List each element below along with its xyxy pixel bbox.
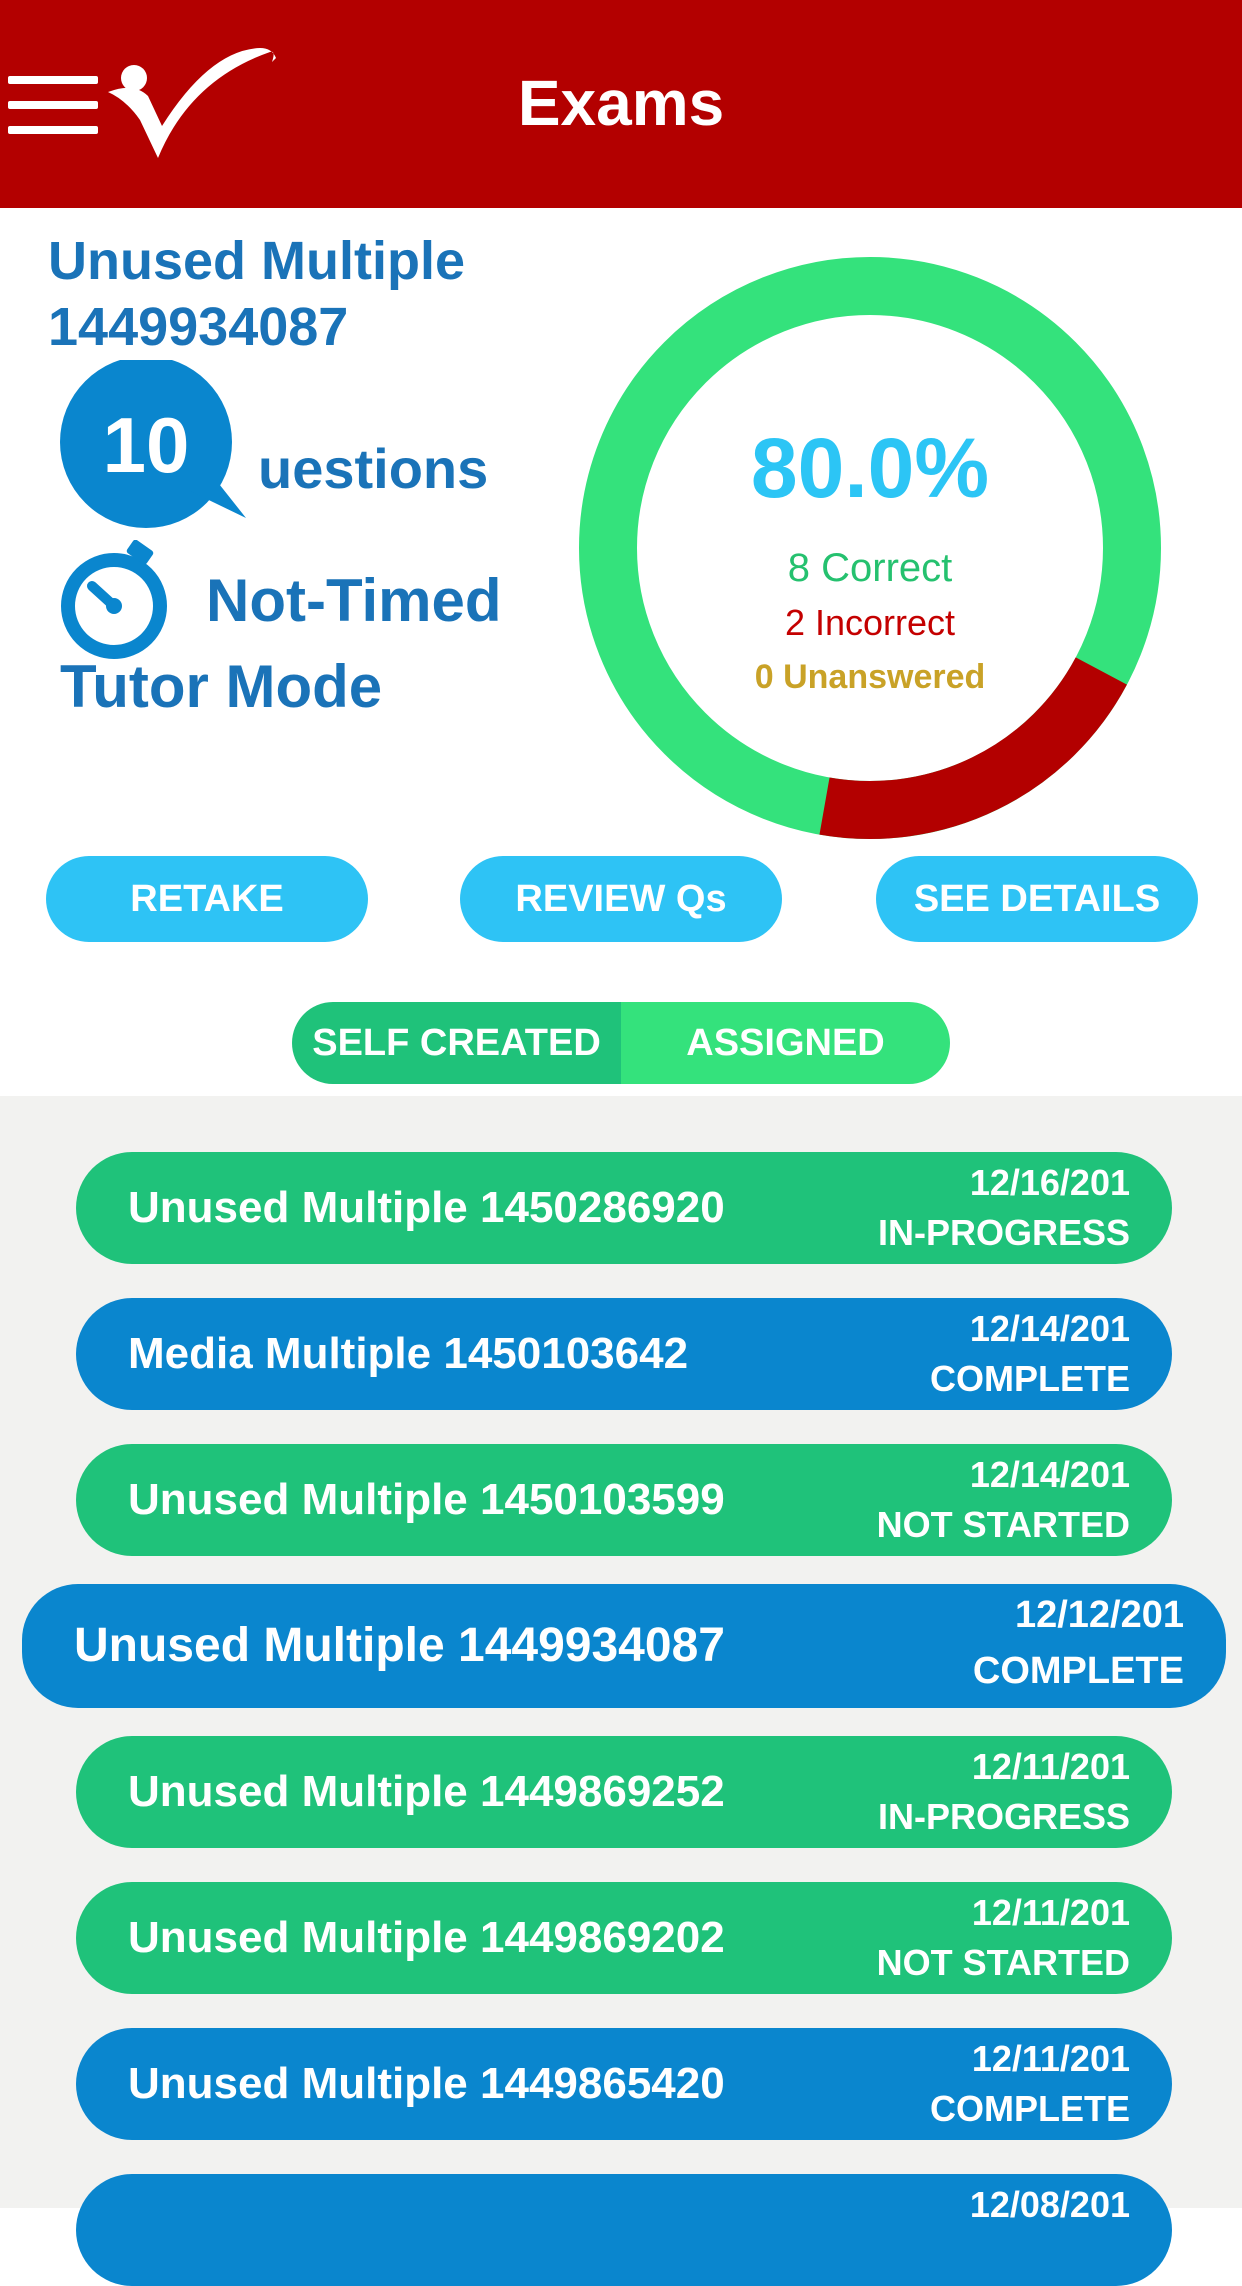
exam-date: 12/08/201: [969, 2184, 1130, 2225]
exam-list-item[interactable]: Unused Multiple 1450103599 12/14/201 NOT S…: [76, 1444, 1172, 1556]
exam-status: COMPLETE: [929, 2088, 1130, 2129]
exam-name: Unused Multiple 1449869202: [128, 1913, 725, 1962]
exam-name: Unused Multiple 1449934087: [74, 1619, 725, 1672]
exam-status: COMPLETE: [972, 1650, 1184, 1692]
exam-status: NOT STARTED: [876, 1942, 1130, 1983]
questions-label: uestions: [258, 437, 489, 500]
exam-date: 12/14/201: [969, 1454, 1130, 1495]
exam-date: 12/14/201: [969, 1308, 1130, 1349]
exam-date: 12/11/201: [971, 1746, 1130, 1787]
exam-list-item[interactable]: Unused Multiple 1449865420 12/11/201 COMPL…: [76, 2028, 1172, 2140]
exam-name: Unused Multiple 1449865420: [128, 2059, 725, 2108]
review-questions-button[interactable]: REVIEW Qs: [460, 856, 782, 942]
exam-list-item[interactable]: Media Multiple 1450103642 12/14/201 COMPLE…: [76, 1298, 1172, 1410]
exam-status: COMPLETE: [929, 1358, 1130, 1399]
question-count: 10: [102, 401, 190, 489]
exam-name: Unused Multiple 1450286920: [128, 1183, 725, 1232]
exam-date: 12/12/201: [1014, 1594, 1184, 1636]
exam-list-item[interactable]: Unused Multiple 1450286920 12/16/201 IN-PR…: [76, 1152, 1172, 1264]
exam-list-item[interactable]: Unused Multiple 1449869252 12/11/201 IN-PR…: [76, 1736, 1172, 1848]
score-percent: 80.0%: [750, 421, 990, 515]
timing-label: Not-Timed: [206, 567, 502, 634]
exam-status: NOT STARTED: [876, 1504, 1130, 1545]
page-title: Exams: [517, 67, 725, 139]
tab-self-created[interactable]: SELF CREATED: [292, 1002, 621, 1084]
app-header: Exams: [0, 0, 1242, 208]
stopwatch-icon: [61, 540, 167, 659]
exam-name: Media Multiple 1450103642: [128, 1329, 689, 1378]
exam-list-item[interactable]: 12/08/201: [76, 2174, 1172, 2286]
mode-label: Tutor Mode: [60, 653, 383, 720]
selected-exam-name: Unused Multiple 1449934087: [48, 231, 465, 357]
exam-date: 12/11/201: [971, 2038, 1130, 2079]
exam-list: Unused Multiple 1450286920 12/16/201 IN-PR…: [0, 1096, 1242, 2286]
see-details-button[interactable]: SEE DETAILS: [876, 856, 1198, 942]
exam-list-item[interactable]: Unused Multiple 1449869202 12/11/201 NOT S…: [76, 1882, 1172, 1994]
correct-count: 8 Correct: [787, 546, 953, 590]
exam-status: IN-PROGRESS: [877, 1796, 1130, 1837]
exam-date: 12/11/201: [971, 1892, 1130, 1933]
exam-date: 12/16/201: [969, 1162, 1130, 1203]
exam-status: IN-PROGRESS: [877, 1212, 1130, 1253]
exam-source-toggle: SELF CREATED ASSIGNED: [292, 1002, 950, 1084]
exam-name: Unused Multiple 1450103599: [128, 1475, 725, 1524]
exam-name: Unused Multiple 1449869252: [128, 1767, 725, 1816]
retake-button[interactable]: RETAKE: [46, 856, 368, 942]
exam-list-item[interactable]: Unused Multiple 1449934087 12/12/201 COMPL…: [22, 1584, 1226, 1708]
incorrect-count: 2 Incorrect: [784, 602, 956, 643]
unanswered-count: 0 Unanswered: [754, 658, 986, 696]
tab-assigned[interactable]: ASSIGNED: [621, 1002, 950, 1084]
